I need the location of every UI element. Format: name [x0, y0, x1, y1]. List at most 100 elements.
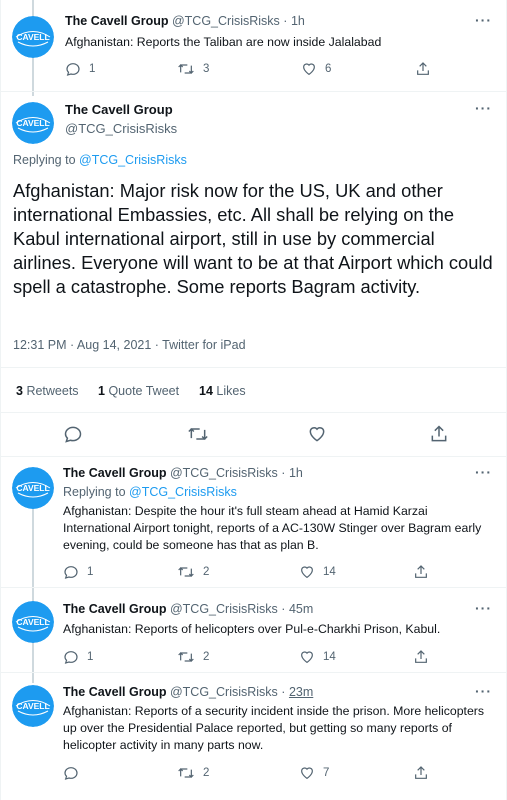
likes-count: 14	[199, 384, 213, 398]
share-button[interactable]	[429, 424, 449, 444]
mention-link[interactable]: @TCG_CrisisRisks	[79, 153, 187, 167]
like-icon	[301, 767, 313, 780]
like-button[interactable]: 14	[299, 564, 336, 580]
like-count: 7	[323, 767, 330, 779]
like-button[interactable]	[307, 424, 327, 444]
like-icon	[303, 63, 315, 76]
display-name[interactable]: The Cavell Group	[63, 466, 167, 480]
avatar[interactable]: CAVELL	[12, 601, 54, 643]
retweet-icon	[178, 567, 194, 577]
tweet-reply-1[interactable]: CAVELL The Cavell Group @TCG_CrisisRisks…	[1, 457, 506, 588]
likes-label: Likes	[216, 384, 246, 398]
cavell-logo-icon: CAVELL	[12, 685, 54, 727]
more-icon[interactable]: ···	[475, 12, 492, 28]
retweet-count: 2	[203, 566, 210, 578]
tweet-text: Afghanistan: Reports the Taliban are now…	[65, 35, 382, 49]
share-button[interactable]	[413, 564, 429, 580]
retweet-icon	[178, 652, 194, 662]
cavell-logo-icon: CAVELL	[12, 102, 54, 144]
tweet-actions: 1 2 14	[63, 649, 443, 667]
like-button[interactable]: 7	[299, 765, 329, 781]
quote-count: 1	[98, 384, 105, 398]
user-handle[interactable]: @TCG_CrisisRisks	[172, 14, 280, 28]
reply-icon	[64, 651, 78, 664]
retweet-button[interactable]: 2	[177, 765, 209, 781]
tweet-text: Afghanistan: Reports of a security incid…	[63, 704, 485, 752]
tweet-reply-2[interactable]: CAVELL The Cavell Group @TCG_CrisisRisks…	[1, 591, 506, 673]
retweets-stat[interactable]: 3 Retweets	[16, 384, 79, 398]
share-button[interactable]	[413, 649, 429, 665]
tweet-timestamp[interactable]: 12:31 PM · Aug 14, 2021 · Twitter for iP…	[13, 338, 246, 352]
reply-button[interactable]	[63, 424, 83, 444]
more-icon[interactable]: ···	[475, 600, 492, 616]
user-handle[interactable]: @TCG_CrisisRisks	[65, 121, 177, 136]
tweet-text: Afghanistan: Reports of helicopters over…	[63, 622, 441, 636]
tweet-reply-3[interactable]: CAVELL The Cavell Group @TCG_CrisisRisks…	[1, 675, 506, 800]
retweet-button[interactable]: 2	[177, 564, 209, 580]
reply-icon	[64, 566, 78, 579]
svg-text:CAVELL: CAVELL	[16, 483, 49, 493]
user-handle[interactable]: @TCG_CrisisRisks	[170, 602, 278, 616]
avatar[interactable]: CAVELL	[12, 467, 54, 509]
svg-text:CAVELL: CAVELL	[16, 701, 49, 711]
like-icon	[301, 651, 313, 664]
separator-dot: ·	[281, 685, 286, 699]
display-name[interactable]: The Cavell Group	[63, 685, 167, 699]
share-icon	[431, 425, 447, 442]
tweet-time[interactable]: 45m	[289, 602, 313, 616]
retweets-count: 3	[16, 384, 23, 398]
avatar[interactable]: CAVELL	[12, 685, 54, 727]
share-icon	[415, 766, 427, 779]
tweet-header: The Cavell Group @TCG_CrisisRisks · 23m	[63, 685, 313, 699]
replying-to: Replying to @TCG_CrisisRisks	[13, 153, 187, 167]
tweet-thread: CAVELL The Cavell Group @TCG_CrisisRisks…	[0, 0, 507, 800]
separator-dot: ·	[281, 466, 286, 480]
retweet-count: 2	[203, 651, 210, 663]
retweet-icon	[188, 427, 208, 441]
display-name[interactable]: The Cavell Group	[65, 14, 169, 28]
tweet-time[interactable]: 23m	[289, 685, 313, 699]
share-button[interactable]	[413, 765, 429, 781]
retweet-button[interactable]: 3	[177, 61, 209, 77]
retweet-button[interactable]	[187, 424, 209, 444]
reply-button[interactable]: 1	[63, 564, 93, 580]
reply-count: 1	[89, 63, 96, 75]
more-icon[interactable]: ···	[475, 100, 492, 116]
more-icon[interactable]: ···	[475, 464, 492, 480]
svg-text:CAVELL: CAVELL	[16, 32, 49, 42]
tweet-header: The Cavell Group @TCG_CrisisRisks · 45m	[63, 602, 313, 616]
like-button[interactable]: 6	[301, 61, 331, 77]
user-handle[interactable]: @TCG_CrisisRisks	[170, 466, 278, 480]
avatar[interactable]: CAVELL	[12, 102, 54, 144]
tweet-jalalabad[interactable]: CAVELL The Cavell Group @TCG_CrisisRisks…	[1, 0, 506, 92]
separator-dot: ·	[281, 602, 286, 616]
retweet-button[interactable]: 2	[177, 649, 209, 665]
retweet-icon	[178, 64, 194, 74]
user-handle[interactable]: @TCG_CrisisRisks	[170, 685, 278, 699]
reply-icon	[64, 426, 82, 443]
like-button[interactable]: 14	[299, 649, 336, 665]
tweet-header: The Cavell Group @TCG_CrisisRisks · 1h	[63, 466, 303, 480]
retweet-icon	[178, 768, 194, 778]
quote-tweets-stat[interactable]: 1 Quote Tweet	[98, 384, 179, 398]
more-icon[interactable]: ···	[475, 683, 492, 699]
mention-link[interactable]: @TCG_CrisisRisks	[129, 485, 237, 499]
like-icon	[309, 427, 325, 442]
tweet-text: Afghanistan: Despite the hour it's full …	[63, 504, 482, 552]
reply-button[interactable]	[63, 765, 87, 781]
display-name[interactable]: The Cavell Group	[65, 102, 173, 117]
likes-stat[interactable]: 14 Likes	[199, 384, 246, 398]
share-button[interactable]	[415, 61, 431, 77]
reply-button[interactable]: 1	[63, 649, 93, 665]
like-count: 14	[323, 566, 336, 578]
reply-count: 1	[87, 651, 94, 663]
share-icon	[415, 650, 427, 663]
reply-button[interactable]: 1	[65, 61, 95, 77]
retweets-label: Retweets	[26, 384, 79, 398]
avatar[interactable]: CAVELL	[12, 16, 54, 58]
tweet-time[interactable]: 1h	[291, 14, 305, 28]
cavell-logo-icon: CAVELL	[12, 467, 54, 509]
tweet-time[interactable]: 1h	[289, 466, 303, 480]
display-name[interactable]: The Cavell Group	[63, 602, 167, 616]
cavell-logo-icon: CAVELL	[12, 601, 54, 643]
